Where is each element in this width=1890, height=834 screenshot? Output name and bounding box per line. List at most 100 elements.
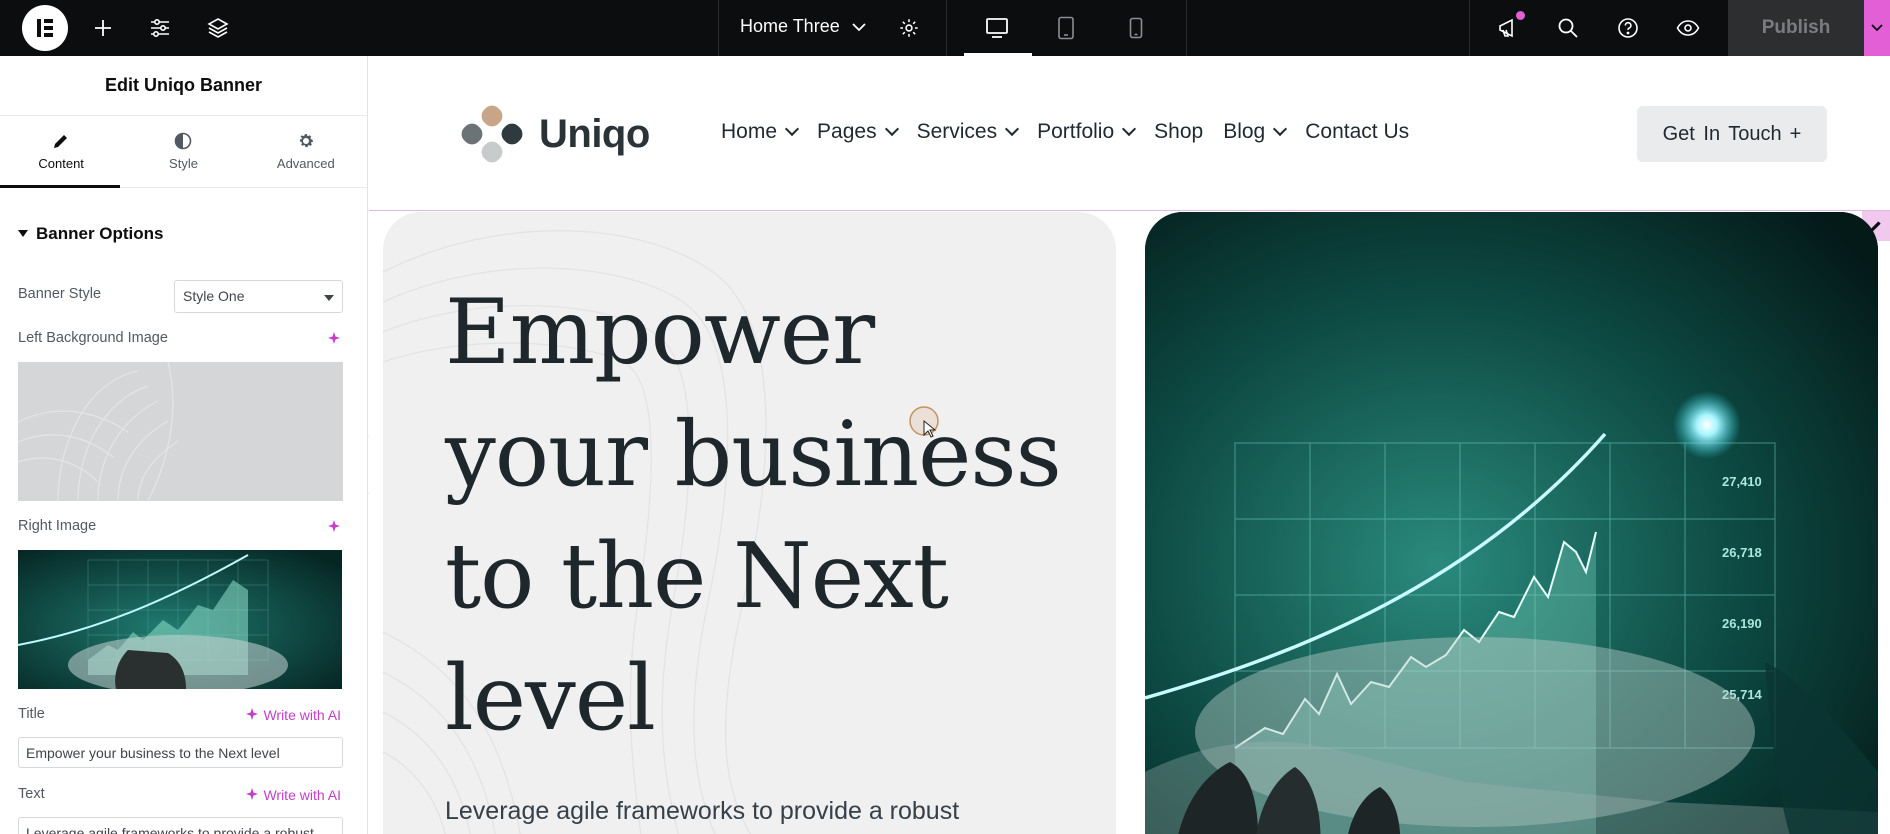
write-with-ai-text-button[interactable]: Write with AI	[245, 787, 341, 803]
chevron-down-icon	[1871, 24, 1883, 32]
title-label: Title	[18, 706, 45, 722]
chevron-down-icon	[1273, 121, 1288, 137]
site-nav: Home Pages Services Portfolio Shop Blog …	[721, 120, 1409, 144]
add-element-icon[interactable]	[89, 14, 117, 42]
mouse-cursor	[908, 405, 948, 450]
chart-label: 26,190	[1722, 616, 1762, 631]
title-input[interactable]: Empower your business to the Next level	[18, 737, 343, 768]
nav-label: Contact Us	[1305, 120, 1410, 143]
plus-icon: +	[1789, 122, 1802, 145]
help-icon[interactable]	[1614, 14, 1642, 42]
editor-topbar: Home Three Publish	[0, 0, 1890, 56]
hero-title-line: to the Next	[445, 524, 949, 629]
editor-panel: Edit Uniqo Banner Content Style Advanced…	[0, 56, 368, 834]
growth-chart-thumbnail	[18, 550, 342, 689]
site-settings-sliders-icon[interactable]	[146, 14, 174, 42]
section-title: Banner Options	[36, 224, 164, 243]
whats-new-megaphone-icon[interactable]	[1495, 11, 1525, 42]
banner-style-select[interactable]: Style One	[174, 280, 343, 313]
hero-title-line: level	[445, 646, 656, 751]
chevron-down-icon	[884, 121, 899, 137]
cta-label: Get In Touch	[1662, 122, 1782, 145]
section-toggle-banner-options[interactable]: Banner Options	[18, 224, 164, 244]
topbar-divider	[1186, 0, 1187, 56]
uniqo-logo-icon	[461, 105, 523, 163]
nav-services[interactable]: Services	[916, 120, 1020, 144]
chart-label: 27,410	[1722, 474, 1762, 489]
gear-icon	[299, 134, 313, 148]
section-outline	[369, 210, 1890, 211]
tab-advanced[interactable]: Advanced	[245, 116, 367, 187]
right-image-preview[interactable]	[18, 550, 342, 689]
banner-style-value: Style One	[183, 288, 245, 304]
nav-label: Blog	[1223, 120, 1266, 143]
caret-down-icon	[324, 295, 334, 301]
write-with-ai-label: Write with AI	[263, 707, 341, 723]
left-background-image-preview[interactable]	[18, 362, 343, 501]
write-with-ai-label: Write with AI	[263, 787, 341, 803]
search-icon[interactable]	[1554, 14, 1582, 42]
hero-left-panel[interactable]: Empower your business to the Next level …	[383, 212, 1116, 834]
active-tab-indicator	[0, 185, 120, 188]
layers-icon[interactable]	[204, 14, 232, 42]
topographic-pattern-thumbnail	[18, 362, 179, 501]
panel-tabs: Content Style Advanced	[0, 116, 367, 188]
tab-label: Style	[169, 156, 198, 171]
hero-title: Empower your business to the Next level	[445, 272, 1085, 760]
nav-label: Home	[721, 120, 778, 143]
write-with-ai-title-button[interactable]: Write with AI	[245, 707, 341, 723]
mobile-icon[interactable]	[1122, 14, 1150, 42]
elementor-logo-icon[interactable]	[22, 5, 68, 51]
nav-label: Portfolio	[1037, 120, 1115, 143]
tab-label: Advanced	[276, 156, 335, 171]
nav-contact-us[interactable]: Contact Us	[1305, 120, 1409, 144]
text-label: Text	[18, 786, 45, 802]
nav-label: Shop	[1154, 120, 1204, 143]
ai-sparkle-icon[interactable]	[327, 332, 341, 346]
site-logo-text: Uniqo	[539, 111, 650, 156]
publish-button[interactable]: Publish	[1728, 0, 1864, 56]
tablet-icon[interactable]	[1052, 14, 1080, 42]
hero-text: Leverage agile frameworks to provide a r…	[445, 797, 960, 825]
tab-label: Content	[38, 156, 84, 171]
nav-label: Pages	[817, 120, 877, 143]
left-background-image-label: Left Background Image	[18, 330, 168, 346]
chart-label: 26,718	[1722, 545, 1762, 560]
growth-chart-hand-image: 27,410 26,718 26,190 25,714	[1145, 212, 1878, 834]
pencil-icon	[54, 135, 68, 148]
preview-eye-icon[interactable]	[1674, 14, 1702, 42]
hero-title-line: your business	[445, 402, 1062, 507]
site-logo[interactable]: Uniqo	[459, 104, 650, 164]
topbar-divider	[1469, 0, 1470, 56]
nav-portfolio[interactable]: Portfolio	[1037, 120, 1137, 144]
publish-options-button[interactable]	[1864, 0, 1890, 56]
tab-style[interactable]: Style	[122, 116, 244, 187]
half-circle-icon	[175, 132, 192, 150]
hero-title-line: Empower	[445, 280, 875, 385]
ai-sparkle-icon	[246, 788, 259, 800]
desktop-icon[interactable]	[983, 14, 1011, 42]
chevron-down-icon	[852, 22, 866, 31]
page-selector[interactable]: Home Three	[740, 16, 866, 37]
page-name: Home Three	[740, 16, 840, 36]
ai-sparkle-icon[interactable]	[327, 520, 341, 534]
nav-blog[interactable]: Blog	[1223, 120, 1288, 144]
ai-sparkle-icon	[246, 708, 259, 720]
topbar-divider	[946, 0, 947, 56]
text-input[interactable]: Leverage agile frameworks to provide a r…	[18, 817, 343, 834]
tab-content[interactable]: Content	[0, 116, 122, 187]
preview-canvas: Uniqo Home Pages Services Portfolio Shop…	[369, 56, 1890, 834]
nav-home[interactable]: Home	[721, 120, 800, 144]
nav-pages[interactable]: Pages	[817, 120, 899, 144]
page-settings-gear-icon[interactable]	[895, 14, 923, 42]
banner-style-label: Banner Style	[18, 286, 102, 302]
nav-shop[interactable]: Shop	[1154, 120, 1203, 144]
caret-down-icon	[18, 230, 28, 237]
nav-label: Services	[916, 120, 998, 143]
chevron-down-icon	[784, 121, 800, 137]
get-in-touch-button[interactable]: Get In Touch +	[1637, 106, 1827, 162]
notification-dot	[1516, 11, 1525, 20]
hero-right-image[interactable]: 27,410 26,718 26,190 25,714	[1145, 212, 1878, 834]
right-image-label: Right Image	[18, 518, 97, 534]
topbar-divider	[718, 0, 719, 56]
